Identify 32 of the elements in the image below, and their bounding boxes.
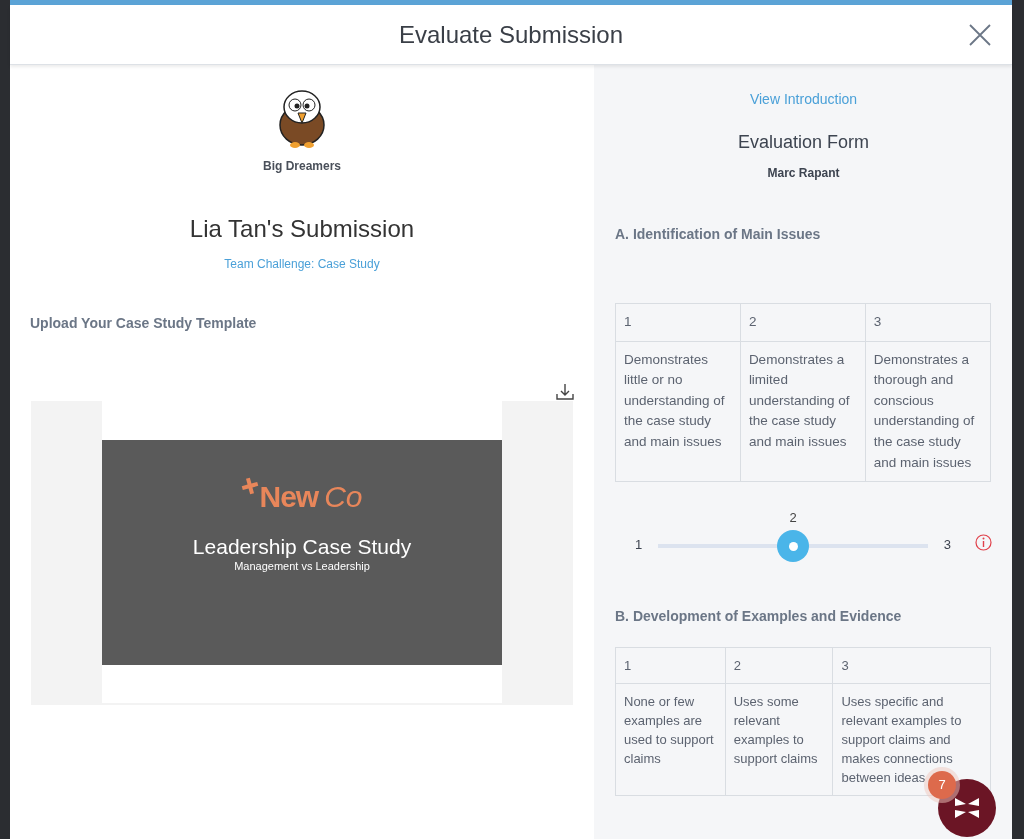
table-cell: Demonstrates a limited understanding of the case study and main issues [740, 341, 866, 482]
close-button[interactable] [968, 22, 992, 46]
info-icon[interactable] [975, 534, 992, 552]
table-cell: Demonstrates a thorough and conscious understanding of the case study and main issues [865, 341, 991, 482]
section-heading: Upload Your Case Study Template [30, 314, 257, 333]
table-cell: 1 [615, 303, 741, 342]
table-cell: 3 [865, 303, 991, 342]
table-cell: 1 [615, 647, 726, 684]
logo-text: Co [324, 478, 363, 515]
challenge-link[interactable]: Team Challenge: Case Study [224, 255, 380, 273]
table-cell: 3 [833, 647, 991, 684]
slide-subtitle: Management vs Leadership [234, 558, 370, 574]
slider-max-label: 3 [943, 535, 951, 554]
slider-value: 2 [788, 509, 798, 528]
slider-min-label: 1 [635, 535, 643, 554]
table-cell: Demonstrates little or no understanding of the case study and main issues [615, 341, 741, 482]
introduction-link[interactable]: View Introduction [749, 91, 858, 107]
logo-text: New [259, 478, 319, 515]
criterion-heading: A. Identification of Main Issues [615, 225, 822, 244]
table-cell: None or few examples are used to support claims [615, 683, 726, 796]
chat-logo-icon [954, 796, 980, 820]
criterion-heading: B. Development of Examples and Evidence [615, 607, 903, 627]
table-cell: 2 [740, 303, 866, 342]
table-cell: 2 [725, 647, 833, 684]
form-title: Evaluation Form [737, 132, 870, 152]
team-name: Big Dreamers [262, 158, 341, 175]
slider-thumb[interactable] [777, 530, 809, 563]
submission-title: Lia Tan's Submission [189, 214, 415, 244]
evaluator-name: Marc Rapant [767, 166, 840, 180]
table-cell: Uses some relevant examples to support claims [725, 683, 833, 796]
dialog-title: Evaluate Submission [398, 19, 624, 50]
slide-title: Leadership Case Study [192, 534, 412, 558]
